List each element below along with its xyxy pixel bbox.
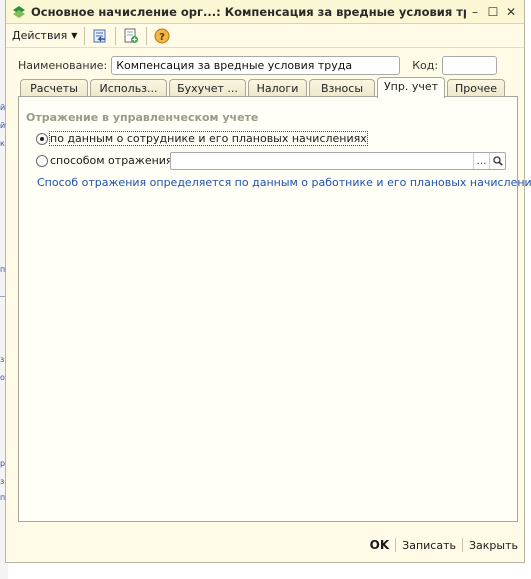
actions-menu[interactable]: Действия ▼ (6, 29, 81, 42)
toolbar: Действия ▼ ? (6, 24, 524, 48)
radio-employee-data[interactable] (36, 132, 48, 145)
toolbar-separator (84, 26, 86, 45)
chevron-down-icon: ▼ (71, 31, 78, 40)
option-reflection-method-label: способом отражения: (50, 154, 177, 167)
actions-menu-label: Действия (12, 29, 68, 42)
tab-buhuchet[interactable]: Бухучет ... (169, 79, 246, 97)
document-window: Основное начисление орг...: Компенсация … (5, 0, 531, 563)
ok-button[interactable]: OK (364, 538, 396, 552)
tab-nalogi[interactable]: Налоги (248, 79, 307, 97)
option-employee-data-label: по данным о сотруднике и его плановых на… (49, 131, 368, 146)
tab-raschety[interactable]: Расчеты (20, 79, 88, 97)
new-document-icon[interactable] (121, 26, 141, 46)
ellipsis-icon[interactable]: … (473, 153, 489, 169)
tab-ispolzovanie[interactable]: Использ... (90, 79, 167, 97)
search-icon[interactable] (489, 153, 505, 169)
toolbar-separator (115, 26, 117, 45)
close-button[interactable]: ✕ (502, 3, 520, 21)
tab-strip: Расчеты Использ... Бухучет ... Налоги Вз… (18, 77, 518, 98)
name-label: Наименование: (18, 59, 108, 72)
svg-text:?: ? (159, 32, 165, 43)
window-title: Основное начисление орг...: Компенсация … (31, 4, 466, 19)
reflection-method-value[interactable] (171, 153, 473, 169)
radio-reflection-method[interactable] (36, 154, 48, 167)
tab-vznosy[interactable]: Взносы (309, 79, 375, 97)
close-form-button[interactable]: Закрыть (463, 539, 524, 552)
tab-prochee[interactable]: Прочее (447, 79, 505, 97)
code-label: Код: (412, 59, 439, 72)
tab-upr-uchet[interactable]: Упр. учет (377, 77, 445, 98)
title-bar[interactable]: Основное начисление орг...: Компенсация … (6, 0, 524, 24)
option-employee-data[interactable]: по данным о сотруднике и его плановых на… (36, 131, 368, 146)
name-row: Наименование: Компенсация за вредные усл… (18, 56, 518, 75)
app-logo-icon (12, 5, 26, 19)
footer-buttons: OK Записать Закрыть (6, 535, 524, 555)
toolbar-separator (146, 26, 148, 45)
reflection-method-field[interactable]: … (170, 152, 506, 170)
save-button[interactable]: Записать (396, 539, 462, 552)
info-text: Способ отражения определяется по данным … (37, 176, 531, 189)
minimize-button[interactable]: – (466, 3, 484, 21)
tab-panel-upr-uchet: Отражение в управленческом учете по данн… (18, 96, 531, 522)
code-field[interactable] (442, 56, 498, 75)
maximize-button[interactable]: ☐ (484, 3, 502, 21)
help-icon[interactable]: ? (152, 26, 172, 46)
name-field[interactable]: Компенсация за вредные условия труда (111, 56, 401, 75)
group-title: Отражение в управленческом учете (26, 111, 259, 124)
option-reflection-method[interactable]: способом отражения: (36, 154, 176, 167)
back-arrow-icon[interactable] (90, 26, 110, 46)
